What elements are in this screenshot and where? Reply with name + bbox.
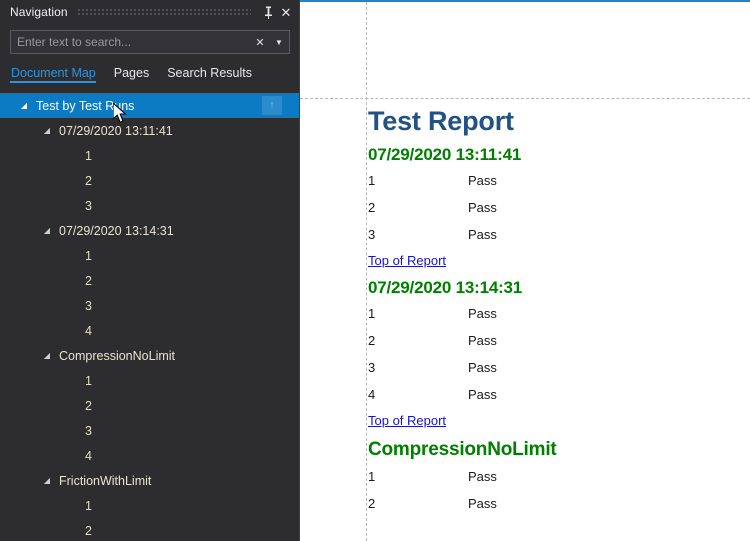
result-status: Pass bbox=[468, 496, 497, 511]
report-section: CompressionNoLimit 1 Pass 2 Pass bbox=[368, 437, 750, 517]
navigation-panel: Navigation ✕ ✕ ▼ Document MapPagesSearch… bbox=[0, 0, 300, 541]
tree-item[interactable]: 2 bbox=[0, 393, 300, 418]
report-section: 07/29/2020 13:11:41 1 Pass 2 Pass 3 Pass Top of… bbox=[368, 144, 750, 277]
result-index: 3 bbox=[368, 227, 376, 242]
result-status: Pass bbox=[468, 306, 497, 321]
tree-item-label: 1 bbox=[85, 148, 92, 163]
page-title: Test Report bbox=[368, 106, 514, 136]
result-index: 1 bbox=[368, 173, 376, 188]
document-map-tree[interactable]: ◢ Test by Test Runs ↑ ◢ 07/29/2020 13:11:41 1… bbox=[0, 93, 300, 541]
tree-item[interactable]: 4 bbox=[0, 443, 300, 468]
tree-item-label: 07/29/2020 13:14:31 bbox=[59, 223, 174, 238]
tree-expander-expanded-icon[interactable]: ◢ bbox=[40, 476, 54, 485]
tree-item[interactable]: ◢ CompressionNoLimit bbox=[0, 343, 300, 368]
tree-item[interactable]: 3 bbox=[0, 293, 300, 318]
tree-item[interactable]: 1 bbox=[0, 368, 300, 393]
tree-expander-expanded-icon[interactable]: ◢ bbox=[40, 226, 54, 235]
tree-item-label: 07/29/2020 13:11:41 bbox=[59, 123, 173, 138]
table-row: 3 Pass bbox=[368, 221, 750, 248]
result-index: 2 bbox=[368, 333, 376, 348]
table-row: 2 Pass bbox=[368, 327, 750, 354]
titlebar-drag-grip[interactable] bbox=[77, 8, 251, 16]
pin-glyph bbox=[264, 6, 272, 19]
tab-search-results[interactable]: Search Results bbox=[158, 66, 261, 83]
panel-title: Navigation bbox=[10, 5, 68, 19]
result-status: Pass bbox=[468, 173, 497, 188]
application-window: Navigation ✕ ✕ ▼ Document MapPagesSearch… bbox=[0, 0, 750, 541]
table-row: 1 Pass bbox=[368, 167, 750, 194]
tree-item[interactable]: 1 bbox=[0, 493, 300, 518]
tree-expander-expanded-icon[interactable]: ◢ bbox=[40, 126, 54, 135]
tab-document-map[interactable]: Document Map bbox=[10, 66, 105, 83]
search-options-chevron-down-icon[interactable]: ▼ bbox=[269, 31, 289, 53]
navigation-tabs: Document Map Pages Search Results bbox=[10, 61, 300, 83]
result-status: Pass bbox=[468, 360, 497, 375]
tree-item-label: FrictionWithLimit bbox=[59, 473, 152, 488]
tree-item[interactable]: ◢ 07/29/2020 13:14:31 bbox=[0, 218, 300, 243]
section-heading: 07/29/2020 13:11:41 bbox=[368, 145, 522, 164]
search-box[interactable]: ✕ ▼ bbox=[10, 30, 290, 54]
tree-item[interactable]: 1 bbox=[0, 143, 300, 168]
tree-item[interactable]: ◢ Test by Test Runs ↑ bbox=[0, 93, 300, 118]
table-row: 2 Pass bbox=[368, 194, 750, 221]
result-status: Pass bbox=[468, 333, 497, 348]
tree-item-label: 2 bbox=[85, 398, 92, 413]
result-index: 3 bbox=[368, 360, 376, 375]
result-status: Pass bbox=[468, 227, 497, 242]
tree-expander-expanded-icon[interactable]: ◢ bbox=[40, 351, 54, 360]
close-icon[interactable]: ✕ bbox=[277, 3, 295, 21]
report-content: Test Report 07/29/2020 13:11:41 1 Pass 2 Pas… bbox=[368, 98, 750, 541]
result-index: 1 bbox=[368, 469, 376, 484]
tab-pages[interactable]: Pages bbox=[105, 66, 158, 83]
top-of-report-link[interactable]: Top of Report bbox=[368, 413, 446, 428]
tree-item-label: 3 bbox=[85, 298, 92, 313]
tree-item[interactable]: ◢ FrictionWithLimit bbox=[0, 468, 300, 493]
tree-item-label: 1 bbox=[85, 498, 92, 513]
section-heading: 07/29/2020 13:14:31 bbox=[368, 278, 523, 297]
tree-expander-expanded-icon[interactable]: ◢ bbox=[17, 101, 31, 110]
result-index: 4 bbox=[368, 387, 376, 402]
navigation-titlebar: Navigation ✕ bbox=[0, 0, 300, 24]
tree-item[interactable]: 2 bbox=[0, 518, 300, 541]
report-viewer: Test Report 07/29/2020 13:11:41 1 Pass 2 Pas… bbox=[300, 0, 750, 541]
tree-item[interactable]: 4 bbox=[0, 318, 300, 343]
top-of-report-link[interactable]: Top of Report bbox=[368, 253, 446, 268]
tree-item-label: 4 bbox=[85, 323, 92, 338]
result-status: Pass bbox=[468, 200, 497, 215]
tree-item[interactable]: ◢ 07/29/2020 13:11:41 bbox=[0, 118, 300, 143]
tree-item-label: 4 bbox=[85, 448, 92, 463]
tree-item[interactable]: 3 bbox=[0, 193, 300, 218]
result-status: Pass bbox=[468, 469, 497, 484]
tree-item-label: 2 bbox=[85, 173, 92, 188]
table-row: 2 Pass bbox=[368, 490, 750, 517]
tree-item-label: 3 bbox=[85, 198, 92, 213]
tree-item-label: CompressionNoLimit bbox=[59, 348, 176, 363]
tree-item-label: 3 bbox=[85, 423, 92, 438]
scroll-up-icon[interactable]: ↑ bbox=[262, 96, 282, 115]
table-row: 1 Pass bbox=[368, 300, 750, 327]
pin-icon[interactable] bbox=[259, 3, 277, 21]
clear-search-icon[interactable]: ✕ bbox=[251, 31, 269, 53]
tree-item-label: Test by Test Runs bbox=[36, 98, 135, 113]
result-status: Pass bbox=[468, 387, 497, 402]
tree-item-label: 1 bbox=[85, 248, 92, 263]
tree-item-label: 2 bbox=[85, 523, 92, 538]
tree-item[interactable]: 2 bbox=[0, 168, 300, 193]
search-input[interactable] bbox=[11, 31, 251, 53]
tree-item[interactable]: 2 bbox=[0, 268, 300, 293]
report-sections: 07/29/2020 13:11:41 1 Pass 2 Pass 3 Pass Top of… bbox=[368, 144, 750, 517]
section-heading: CompressionNoLimit bbox=[368, 439, 557, 460]
result-index: 1 bbox=[368, 306, 376, 321]
result-index: 2 bbox=[368, 200, 376, 215]
page-margin-guide-left bbox=[366, 2, 367, 541]
table-row: 4 Pass bbox=[368, 381, 750, 408]
report-section: 07/29/2020 13:14:31 1 Pass 2 Pass 3 Pass 4 Pass T… bbox=[368, 277, 750, 437]
table-row: 3 Pass bbox=[368, 354, 750, 381]
result-index: 2 bbox=[368, 496, 376, 511]
tree-item[interactable]: 1 bbox=[0, 243, 300, 268]
tree-item-label: 1 bbox=[85, 373, 92, 388]
tree-item-label: 2 bbox=[85, 273, 92, 288]
tree-item[interactable]: 3 bbox=[0, 418, 300, 443]
table-row: 1 Pass bbox=[368, 463, 750, 490]
